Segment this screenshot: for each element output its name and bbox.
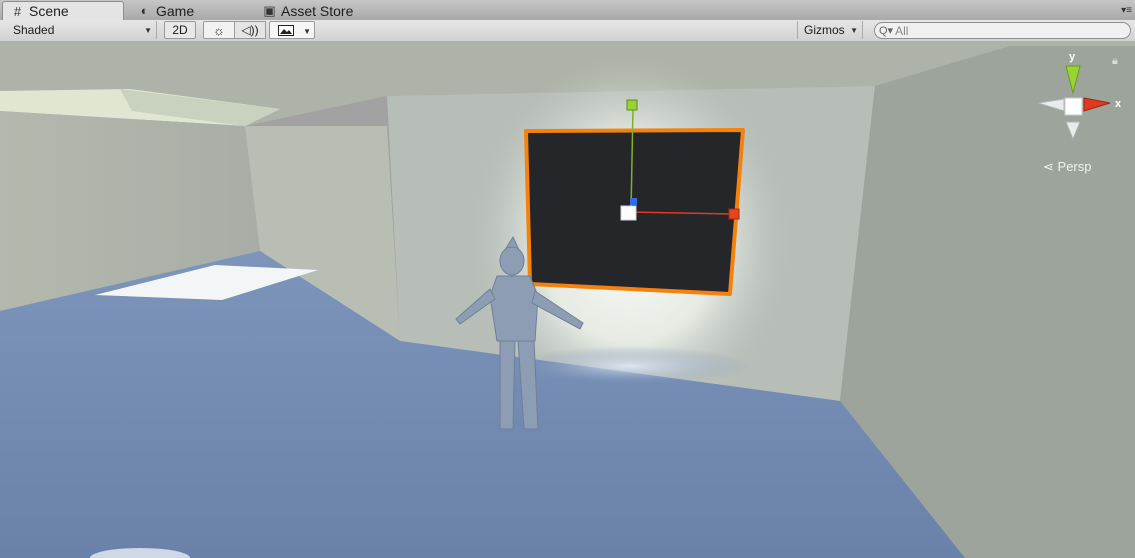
x-axis-cap[interactable] [728,208,740,220]
lighting-toggle-button[interactable]: ☼ [203,21,235,39]
image-icon [278,24,294,36]
scene-render [0,41,1135,558]
scene-search-input[interactable]: Q▾ All [874,22,1131,39]
lock-icon[interactable]: 🔒︎ [1112,55,1118,68]
tab-game[interactable]: ◐ Game [130,1,250,20]
dropdown-arrow-icon: ▼ [144,26,152,35]
tab-asset-store-label: Asset Store [281,2,354,19]
gizmos-dropdown[interactable]: Gizmos ▼ [797,21,863,39]
tab-bar: # Scene ◐ Game ▣ Asset Store ▾≡ [0,0,1135,21]
gizmos-label: Gizmos [804,23,845,37]
toggle-2d-button[interactable]: 2D [164,21,196,39]
speaker-icon: ◁)) [241,23,259,37]
floor-light [510,346,750,386]
scene-viewport[interactable]: y x 🔒︎ ⋖ Persp [0,41,1135,558]
tab-menu-icon[interactable]: ▾≡ [1121,5,1132,16]
audio-toggle-button[interactable]: ◁)) [235,21,266,39]
scene-toolbar: Shaded ▼ 2D ☼ ◁)) ▼ Gizmos ▼ Q▾ All [0,20,1135,42]
center-handle[interactable] [620,205,637,221]
pacman-icon: ◐ [140,3,149,18]
search-icon: Q▾ [879,25,894,37]
y-axis-cap[interactable] [626,99,638,111]
dropdown-arrow-icon: ▼ [850,26,858,35]
tab-game-label: Game [156,2,195,19]
persp-arrow-icon: ⋖ [1043,159,1054,174]
grid-icon: # [13,3,22,19]
tab-scene-label: Scene [29,3,69,19]
tab-scene[interactable]: # Scene [2,1,124,20]
search-placeholder: All [895,23,909,38]
tab-asset-store[interactable]: ▣ Asset Store [255,1,385,20]
sun-icon: ☼ [213,22,225,38]
z-axis-cap[interactable] [630,198,637,205]
dropdown-arrow-icon: ▼ [303,27,311,36]
bag-icon: ▣ [263,2,276,18]
projection-toggle[interactable]: ⋖ Persp [1043,159,1092,175]
toggle-2d-label: 2D [172,23,188,37]
shading-mode-label: Shaded [13,23,55,37]
effects-dropdown-button[interactable]: ▼ [269,21,315,39]
gizmo-y-label: y [1069,51,1076,63]
shading-mode-dropdown[interactable]: Shaded ▼ [5,21,157,39]
gizmo-x-label: x [1115,98,1122,110]
projection-label: Persp [1057,159,1092,174]
